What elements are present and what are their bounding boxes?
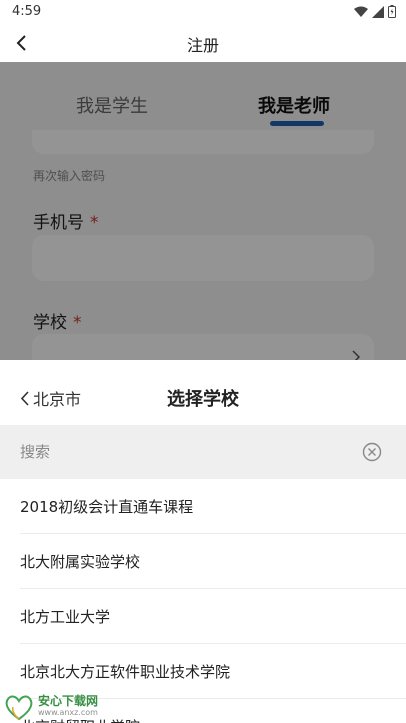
- status-time: 4:59: [12, 4, 42, 19]
- search-input[interactable]: [20, 440, 340, 464]
- nav-bar: 注册: [0, 24, 406, 62]
- search-bar: [0, 425, 406, 479]
- battery-icon: [388, 5, 396, 18]
- watermark-logo-icon: [5, 695, 33, 720]
- watermark-brand: 安心下载网: [38, 694, 99, 708]
- school-item[interactable]: 北大附属实验学校: [20, 534, 406, 589]
- school-item[interactable]: 北方工业大学: [20, 589, 406, 644]
- school-picker-sheet: 北京市 选择学校 2018初级会计直通车课程 北大附属实验学校 北方工业大学 北…: [0, 360, 406, 723]
- sheet-header: 北京市 选择学校: [0, 360, 406, 425]
- watermark-site: www.anxz.com: [38, 708, 98, 717]
- status-bar: 4:59: [0, 0, 406, 24]
- watermark-text: 安心下载网 www.anxz.com: [38, 695, 98, 718]
- clear-icon[interactable]: [362, 442, 382, 462]
- school-item[interactable]: 2018初级会计直通车课程: [20, 479, 406, 534]
- modal-backdrop[interactable]: [0, 62, 406, 360]
- signal-icon: [372, 5, 384, 18]
- status-icons: [354, 5, 396, 18]
- wifi-icon: [354, 6, 368, 17]
- watermark: 安心下载网 www.anxz.com: [4, 690, 98, 723]
- page-title: 注册: [186, 36, 219, 55]
- school-list: 2018初级会计直通车课程 北大附属实验学校 北方工业大学 北京北大方正软件职业…: [0, 479, 406, 723]
- sheet-title: 选择学校: [167, 389, 239, 410]
